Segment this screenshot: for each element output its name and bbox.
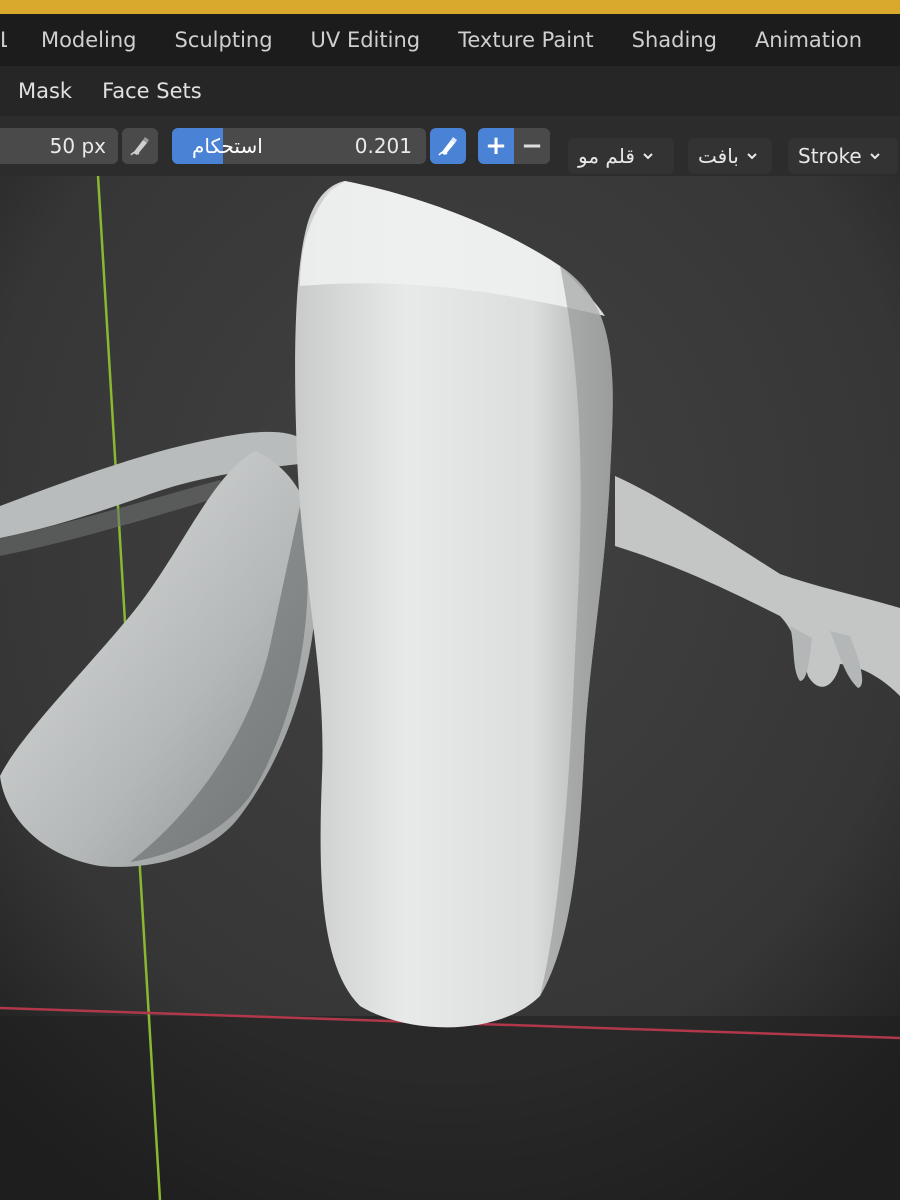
- subtract-direction-button[interactable]: −: [514, 128, 550, 164]
- stroke-dropdown[interactable]: Stroke: [788, 138, 898, 174]
- tab-uv-editing[interactable]: UV Editing: [311, 28, 421, 52]
- stroke-dropdown-label: Stroke: [798, 144, 862, 168]
- strength-pressure-button[interactable]: [430, 128, 466, 164]
- window-top-strip: [0, 0, 900, 14]
- brush-dropdown[interactable]: قلم مو: [568, 138, 674, 174]
- tab-modeling[interactable]: Modeling: [41, 28, 137, 52]
- viewport-menu-bar: Mask Face Sets: [0, 66, 900, 116]
- chevron-down-icon: [643, 153, 653, 160]
- tab-animation[interactable]: Animation: [755, 28, 862, 52]
- tab-layout[interactable]: Layout: [0, 28, 7, 52]
- chevron-down-icon: [747, 153, 757, 160]
- strength-slider[interactable]: استحکام 0.201: [172, 128, 426, 164]
- brush-dropdown-label: قلم مو: [578, 144, 635, 168]
- strength-label: استحکام: [192, 134, 263, 158]
- texture-dropdown[interactable]: بافت: [688, 138, 772, 174]
- chevron-down-icon: [870, 153, 880, 160]
- tab-texture-paint[interactable]: Texture Paint: [458, 28, 594, 52]
- tab-shading[interactable]: Shading: [632, 28, 717, 52]
- radius-field[interactable]: 50 px: [0, 128, 118, 164]
- pen-pressure-icon: [130, 137, 149, 156]
- direction-toggle: + −: [478, 128, 550, 164]
- pen-pressure-icon: [438, 137, 457, 156]
- radius-pressure-button[interactable]: [122, 128, 158, 164]
- tab-sculpting[interactable]: Sculpting: [174, 28, 272, 52]
- radius-value: 50 px: [49, 134, 106, 158]
- add-direction-button[interactable]: +: [478, 128, 514, 164]
- viewport-bottom-shade: [0, 1016, 900, 1200]
- menu-mask[interactable]: Mask: [18, 79, 72, 103]
- texture-dropdown-label: بافت: [698, 144, 739, 168]
- menu-face-sets[interactable]: Face Sets: [102, 79, 202, 103]
- strength-value: 0.201: [354, 134, 412, 158]
- workspace-tabs-bar: Layout Modeling Sculpting UV Editing Tex…: [0, 14, 900, 66]
- 3d-viewport[interactable]: [0, 176, 900, 1200]
